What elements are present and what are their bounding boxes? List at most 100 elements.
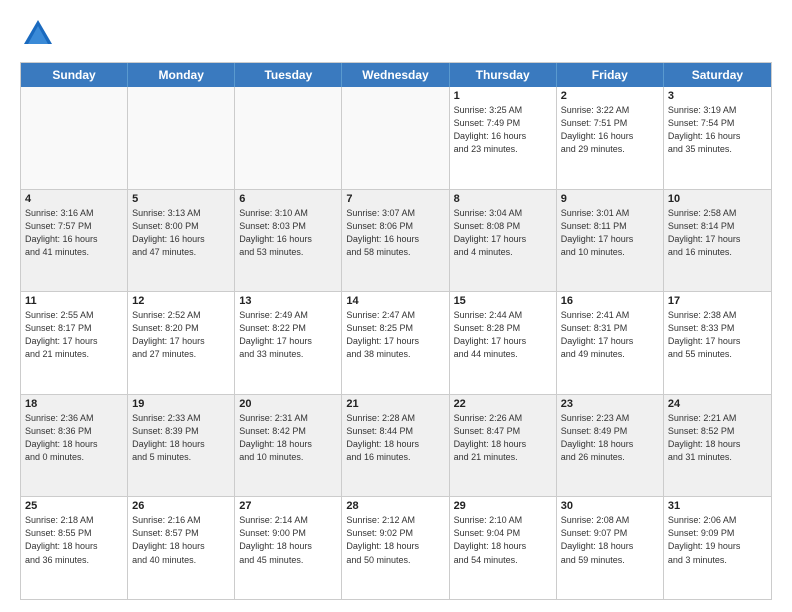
day-info: Sunrise: 2:16 AM Sunset: 8:57 PM Dayligh… (132, 514, 230, 566)
day-info: Sunrise: 2:47 AM Sunset: 8:25 PM Dayligh… (346, 309, 444, 361)
day-number: 29 (454, 500, 552, 512)
day-number: 16 (561, 295, 659, 307)
day-info: Sunrise: 2:41 AM Sunset: 8:31 PM Dayligh… (561, 309, 659, 361)
day-info: Sunrise: 2:31 AM Sunset: 8:42 PM Dayligh… (239, 412, 337, 464)
day-number: 18 (25, 398, 123, 410)
empty-cell-0-1 (128, 87, 235, 189)
day-cell-15: 15 Sunrise: 2:44 AM Sunset: 8:28 PM Dayli… (450, 292, 557, 394)
day-cell-12: 12 Sunrise: 2:52 AM Sunset: 8:20 PM Dayli… (128, 292, 235, 394)
day-info: Sunrise: 2:23 AM Sunset: 8:49 PM Dayligh… (561, 412, 659, 464)
day-cell-1: 1 Sunrise: 3:25 AM Sunset: 7:49 PM Daylig… (450, 87, 557, 189)
day-number: 1 (454, 90, 552, 102)
day-cell-11: 11 Sunrise: 2:55 AM Sunset: 8:17 PM Dayli… (21, 292, 128, 394)
empty-cell-0-3 (342, 87, 449, 189)
day-cell-31: 31 Sunrise: 2:06 AM Sunset: 9:09 PM Dayli… (664, 497, 771, 599)
day-cell-4: 4Sunrise: 3:16 AM Sunset: 7:57 PM Daylig… (21, 190, 128, 292)
day-number: 3 (668, 90, 767, 102)
empty-cell-0-2 (235, 87, 342, 189)
day-cell-24: 24 Sunrise: 2:21 AM Sunset: 8:52 PM Dayli… (664, 395, 771, 497)
page: SundayMondayTuesdayWednesdayThursdayFrid… (0, 0, 792, 612)
day-number: 5 (132, 193, 230, 205)
day-number: 17 (668, 295, 767, 307)
day-number: 9 (561, 193, 659, 205)
day-info: Sunrise: 2:44 AM Sunset: 8:28 PM Dayligh… (454, 309, 552, 361)
header-day-monday: Monday (128, 63, 235, 87)
logo (20, 16, 62, 52)
day-number: 10 (668, 193, 767, 205)
header-day-friday: Friday (557, 63, 664, 87)
day-cell-29: 29Sunrise: 2:10 AM Sunset: 9:04 PM Dayli… (450, 497, 557, 599)
day-cell-14: 14 Sunrise: 2:47 AM Sunset: 8:25 PM Dayli… (342, 292, 449, 394)
day-cell-13: 13 Sunrise: 2:49 AM Sunset: 8:22 PM Dayli… (235, 292, 342, 394)
day-cell-25: 25Sunrise: 2:18 AM Sunset: 8:55 PM Dayli… (21, 497, 128, 599)
calendar-row-1: 4Sunrise: 3:16 AM Sunset: 7:57 PM Daylig… (21, 189, 771, 292)
day-info: Sunrise: 2:14 AM Sunset: 9:00 PM Dayligh… (239, 514, 337, 566)
day-info: Sunrise: 2:33 AM Sunset: 8:39 PM Dayligh… (132, 412, 230, 464)
logo-icon (20, 16, 56, 52)
day-info: Sunrise: 2:28 AM Sunset: 8:44 PM Dayligh… (346, 412, 444, 464)
day-cell-3: 3Sunrise: 3:19 AM Sunset: 7:54 PM Daylig… (664, 87, 771, 189)
day-info: Sunrise: 2:12 AM Sunset: 9:02 PM Dayligh… (346, 514, 444, 566)
day-number: 13 (239, 295, 337, 307)
day-cell-17: 17Sunrise: 2:38 AM Sunset: 8:33 PM Dayli… (664, 292, 771, 394)
day-cell-6: 6 Sunrise: 3:10 AM Sunset: 8:03 PM Daylig… (235, 190, 342, 292)
day-number: 19 (132, 398, 230, 410)
day-info: Sunrise: 2:21 AM Sunset: 8:52 PM Dayligh… (668, 412, 767, 464)
day-info: Sunrise: 3:22 AM Sunset: 7:51 PM Dayligh… (561, 104, 659, 156)
day-number: 22 (454, 398, 552, 410)
day-number: 14 (346, 295, 444, 307)
day-info: Sunrise: 2:06 AM Sunset: 9:09 PM Dayligh… (668, 514, 767, 566)
day-number: 7 (346, 193, 444, 205)
calendar-row-3: 18 Sunrise: 2:36 AM Sunset: 8:36 PM Dayli… (21, 394, 771, 497)
day-cell-18: 18 Sunrise: 2:36 AM Sunset: 8:36 PM Dayli… (21, 395, 128, 497)
header-day-sunday: Sunday (21, 63, 128, 87)
day-cell-19: 19 Sunrise: 2:33 AM Sunset: 8:39 PM Dayli… (128, 395, 235, 497)
day-number: 2 (561, 90, 659, 102)
header-day-wednesday: Wednesday (342, 63, 449, 87)
header (20, 16, 772, 52)
day-info: Sunrise: 2:36 AM Sunset: 8:36 PM Dayligh… (25, 412, 123, 464)
calendar: SundayMondayTuesdayWednesdayThursdayFrid… (20, 62, 772, 600)
day-number: 30 (561, 500, 659, 512)
day-number: 6 (239, 193, 337, 205)
calendar-row-2: 11 Sunrise: 2:55 AM Sunset: 8:17 PM Dayli… (21, 291, 771, 394)
day-number: 31 (668, 500, 767, 512)
day-number: 8 (454, 193, 552, 205)
day-number: 27 (239, 500, 337, 512)
calendar-body: 1 Sunrise: 3:25 AM Sunset: 7:49 PM Daylig… (21, 87, 771, 599)
day-number: 20 (239, 398, 337, 410)
day-info: Sunrise: 2:26 AM Sunset: 8:47 PM Dayligh… (454, 412, 552, 464)
day-info: Sunrise: 3:01 AM Sunset: 8:11 PM Dayligh… (561, 207, 659, 259)
day-info: Sunrise: 3:25 AM Sunset: 7:49 PM Dayligh… (454, 104, 552, 156)
day-cell-30: 30Sunrise: 2:08 AM Sunset: 9:07 PM Dayli… (557, 497, 664, 599)
day-info: Sunrise: 3:10 AM Sunset: 8:03 PM Dayligh… (239, 207, 337, 259)
day-info: Sunrise: 2:55 AM Sunset: 8:17 PM Dayligh… (25, 309, 123, 361)
day-info: Sunrise: 3:04 AM Sunset: 8:08 PM Dayligh… (454, 207, 552, 259)
day-cell-8: 8 Sunrise: 3:04 AM Sunset: 8:08 PM Daylig… (450, 190, 557, 292)
day-info: Sunrise: 2:52 AM Sunset: 8:20 PM Dayligh… (132, 309, 230, 361)
day-cell-20: 20 Sunrise: 2:31 AM Sunset: 8:42 PM Dayli… (235, 395, 342, 497)
day-cell-7: 7Sunrise: 3:07 AM Sunset: 8:06 PM Daylig… (342, 190, 449, 292)
day-info: Sunrise: 2:49 AM Sunset: 8:22 PM Dayligh… (239, 309, 337, 361)
day-number: 24 (668, 398, 767, 410)
calendar-row-0: 1 Sunrise: 3:25 AM Sunset: 7:49 PM Daylig… (21, 87, 771, 189)
day-number: 26 (132, 500, 230, 512)
day-number: 21 (346, 398, 444, 410)
day-cell-28: 28Sunrise: 2:12 AM Sunset: 9:02 PM Dayli… (342, 497, 449, 599)
day-info: Sunrise: 3:13 AM Sunset: 8:00 PM Dayligh… (132, 207, 230, 259)
day-cell-22: 22 Sunrise: 2:26 AM Sunset: 8:47 PM Dayli… (450, 395, 557, 497)
day-number: 15 (454, 295, 552, 307)
day-cell-21: 21 Sunrise: 2:28 AM Sunset: 8:44 PM Dayli… (342, 395, 449, 497)
day-cell-5: 5 Sunrise: 3:13 AM Sunset: 8:00 PM Daylig… (128, 190, 235, 292)
day-cell-26: 26 Sunrise: 2:16 AM Sunset: 8:57 PM Dayli… (128, 497, 235, 599)
header-day-thursday: Thursday (450, 63, 557, 87)
day-number: 23 (561, 398, 659, 410)
day-number: 11 (25, 295, 123, 307)
day-cell-23: 23 Sunrise: 2:23 AM Sunset: 8:49 PM Dayli… (557, 395, 664, 497)
day-cell-10: 10Sunrise: 2:58 AM Sunset: 8:14 PM Dayli… (664, 190, 771, 292)
day-number: 12 (132, 295, 230, 307)
calendar-row-4: 25Sunrise: 2:18 AM Sunset: 8:55 PM Dayli… (21, 496, 771, 599)
day-cell-2: 2 Sunrise: 3:22 AM Sunset: 7:51 PM Daylig… (557, 87, 664, 189)
day-info: Sunrise: 2:18 AM Sunset: 8:55 PM Dayligh… (25, 514, 123, 566)
day-cell-9: 9 Sunrise: 3:01 AM Sunset: 8:11 PM Daylig… (557, 190, 664, 292)
